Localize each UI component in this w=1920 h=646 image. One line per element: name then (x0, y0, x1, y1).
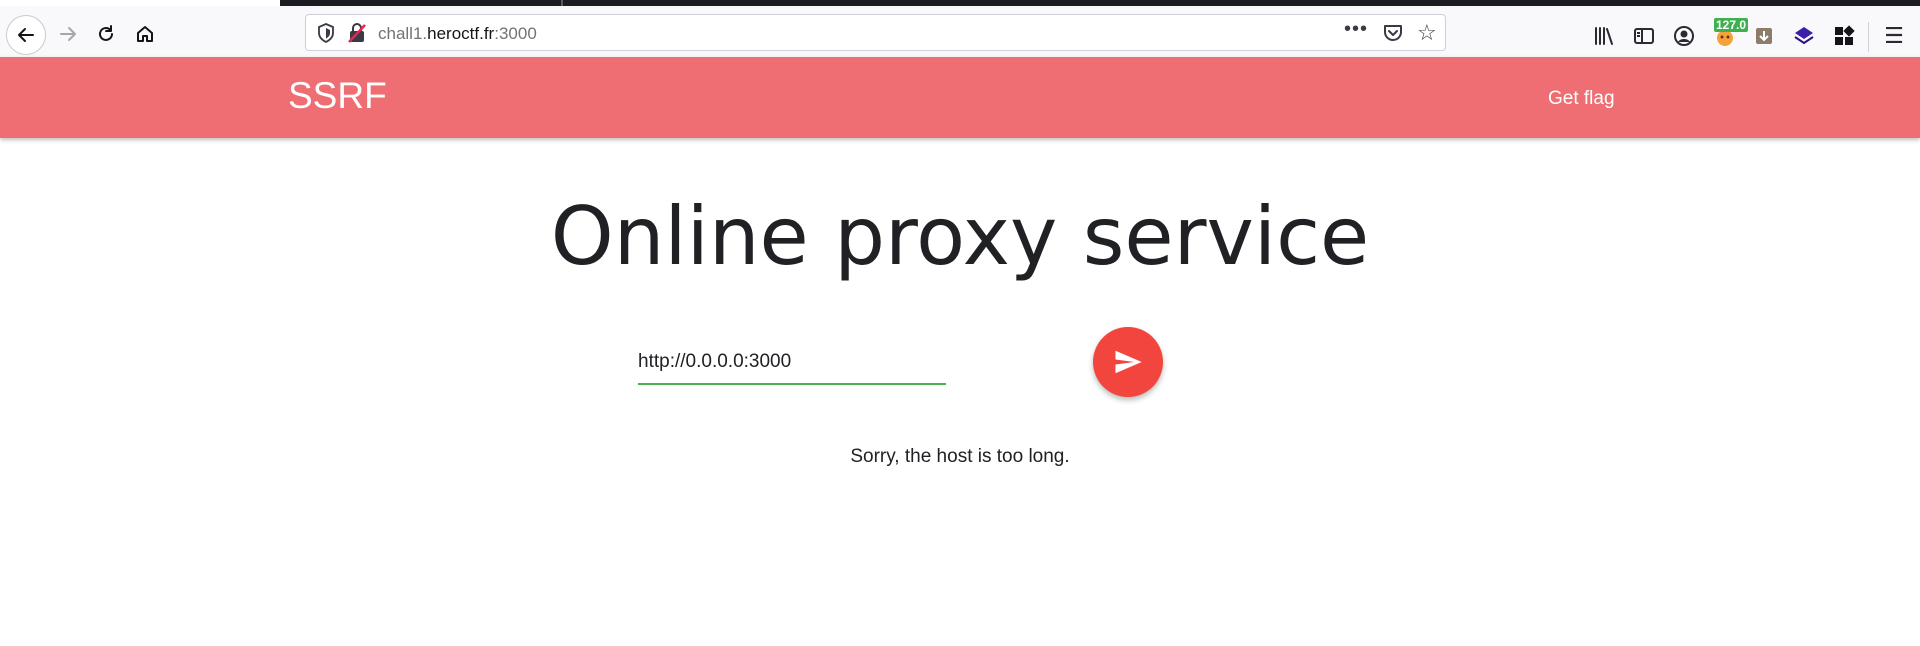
tracking-protection-icon[interactable] (317, 23, 335, 43)
more-horizontal-icon[interactable]: ••• (1344, 18, 1368, 41)
url-host: heroctf.fr (427, 24, 495, 43)
send-icon (1115, 350, 1142, 374)
account-icon[interactable] (1672, 24, 1696, 48)
brand-logo[interactable]: SSRF (288, 75, 387, 117)
pocket-icon[interactable] (1382, 22, 1404, 44)
error-message: Sorry, the host is too long. (850, 446, 1070, 467)
star-icon[interactable]: ☆ (1417, 21, 1437, 46)
page-title: Online proxy service (550, 190, 1370, 283)
reload-icon (99, 25, 113, 41)
send-button[interactable] (1093, 327, 1163, 397)
extension-badge: 127.0 (1714, 18, 1749, 32)
sidebar-icon[interactable] (1632, 24, 1656, 48)
forward-button[interactable] (50, 16, 86, 52)
url-text[interactable]: chall1.heroctf.fr:3000 (378, 24, 537, 44)
home-icon (137, 26, 153, 42)
extension-grid-icon[interactable] (1832, 24, 1856, 48)
library-icon[interactable] (1592, 24, 1616, 48)
toolbar-separator (1868, 22, 1869, 52)
arrow-right-icon (60, 27, 76, 41)
arrow-left-icon (18, 28, 34, 42)
insecure-lock-icon[interactable] (348, 23, 366, 43)
get-flag-link[interactable]: Get flag (1548, 88, 1615, 110)
site-navbar: SSRF Get flag (0, 57, 1920, 138)
url-port: :3000 (494, 24, 537, 43)
proxy-url-input[interactable] (638, 340, 946, 385)
back-button[interactable] (6, 15, 46, 55)
home-button[interactable] (127, 16, 163, 52)
hamburger-menu-icon[interactable]: ☰ (1882, 24, 1906, 49)
extension-layers-icon[interactable] (1792, 24, 1816, 48)
address-bar[interactable]: chall1.heroctf.fr:3000 ••• ☆ (305, 14, 1446, 51)
extension-download-icon[interactable] (1752, 24, 1776, 48)
reload-button[interactable] (88, 16, 124, 52)
url-prefix: chall1. (378, 24, 428, 43)
browser-toolbar: chall1.heroctf.fr:3000 ••• ☆ 127.0 ☰ (0, 6, 1920, 57)
